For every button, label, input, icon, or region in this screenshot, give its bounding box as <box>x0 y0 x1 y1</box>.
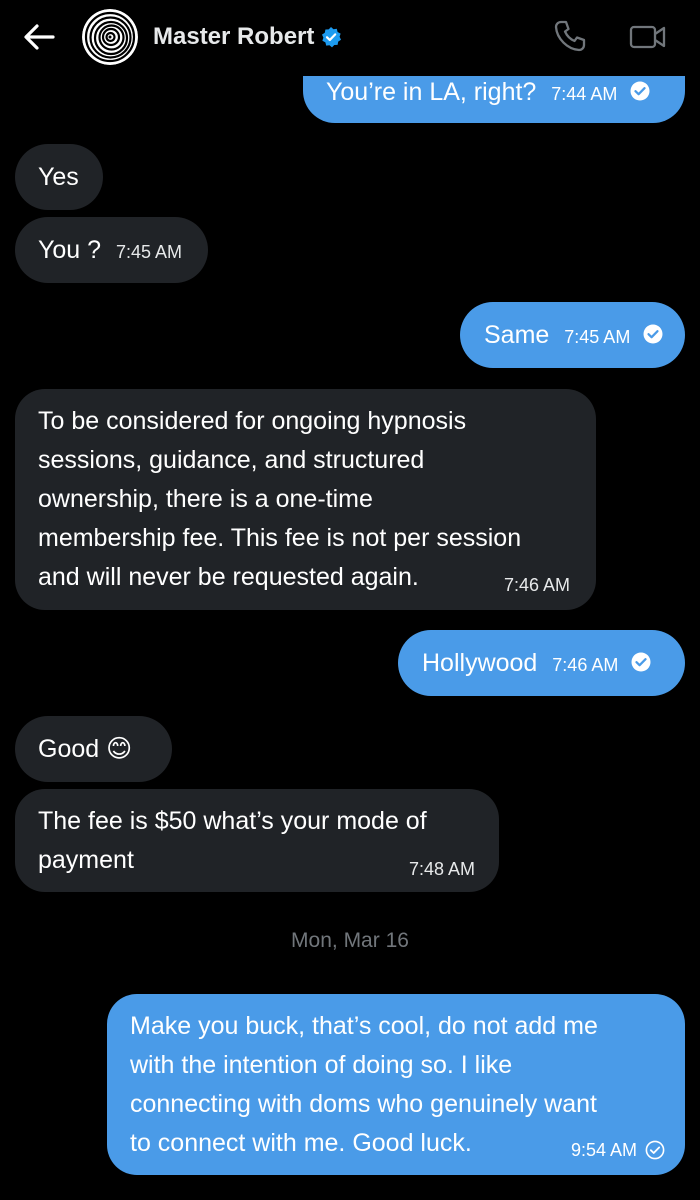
message-text-line: sessions, guidance, and structured <box>38 446 425 474</box>
message-timestamp: 7:48 AM <box>408 859 475 879</box>
back-arrow-icon[interactable] <box>22 20 56 54</box>
message-meta: 9:54 AM <box>571 1139 665 1161</box>
phone-call-icon[interactable] <box>552 18 588 54</box>
message-text-line: with the intention of doing so. I like <box>130 1051 513 1079</box>
message-bubble-incoming[interactable]: You ? 7:45 AM <box>15 217 208 283</box>
message-timestamp: 9:54 AM <box>570 1140 637 1160</box>
message-text-line: The fee is $50 what’s your mode of <box>38 807 427 835</box>
message-bubble-outgoing[interactable]: Make you buck, that’s cool, do not add m… <box>107 994 685 1175</box>
message-text: Hollywood <box>422 649 538 677</box>
read-check-icon <box>631 652 651 672</box>
conversation-header: Master Robert <box>0 0 700 76</box>
message-text: Yes <box>38 163 79 191</box>
spiral-avatar-icon <box>82 9 138 65</box>
verified-badge-icon <box>322 27 342 48</box>
message-bubble-incoming[interactable]: The fee is $50 what’s your mode of payme… <box>15 789 499 892</box>
date-separator: Mon, Mar 16 <box>291 929 409 952</box>
sent-check-icon <box>645 1140 665 1160</box>
message-bubble-incoming[interactable]: Yes <box>15 144 103 210</box>
avatar[interactable] <box>82 9 138 65</box>
message-text: You ? <box>38 236 102 264</box>
message-timestamp: 7:45 AM <box>116 242 183 262</box>
message-timestamp: 7:44 AM <box>551 84 618 104</box>
message-text: Good 😊 <box>38 735 133 763</box>
read-check-icon <box>643 324 663 344</box>
message-bubble-incoming[interactable]: To be considered for ongoing hypnosis se… <box>15 389 596 610</box>
video-call-icon[interactable] <box>628 20 668 54</box>
message-text-line: Make you buck, that’s cool, do not add m… <box>130 1012 598 1040</box>
message-timestamp: 7:45 AM <box>564 327 631 347</box>
message-bubble-outgoing[interactable]: Hollywood 7:46 AM <box>398 630 685 696</box>
message-text-line: To be considered for ongoing hypnosis <box>38 407 467 435</box>
message-text-line: connecting with doms who genuinely want <box>130 1090 597 1118</box>
message-bubble-incoming[interactable]: Good 😊 <box>15 716 172 782</box>
message-timestamp: 7:46 AM <box>503 575 570 595</box>
contact-name[interactable]: Master Robert <box>153 23 314 51</box>
message-text-line: ownership, there is a one-time <box>38 485 373 513</box>
message-text: You’re in LA, right? <box>326 78 537 106</box>
read-check-icon <box>630 81 650 101</box>
message-text: Same <box>484 321 550 349</box>
message-timestamp: 7:46 AM <box>552 655 619 675</box>
contact-name-row[interactable]: Master Robert <box>153 20 342 54</box>
message-bubble-outgoing[interactable]: Same 7:45 AM <box>460 302 685 368</box>
message-text-line: membership fee. This fee is not per sess… <box>38 524 522 552</box>
